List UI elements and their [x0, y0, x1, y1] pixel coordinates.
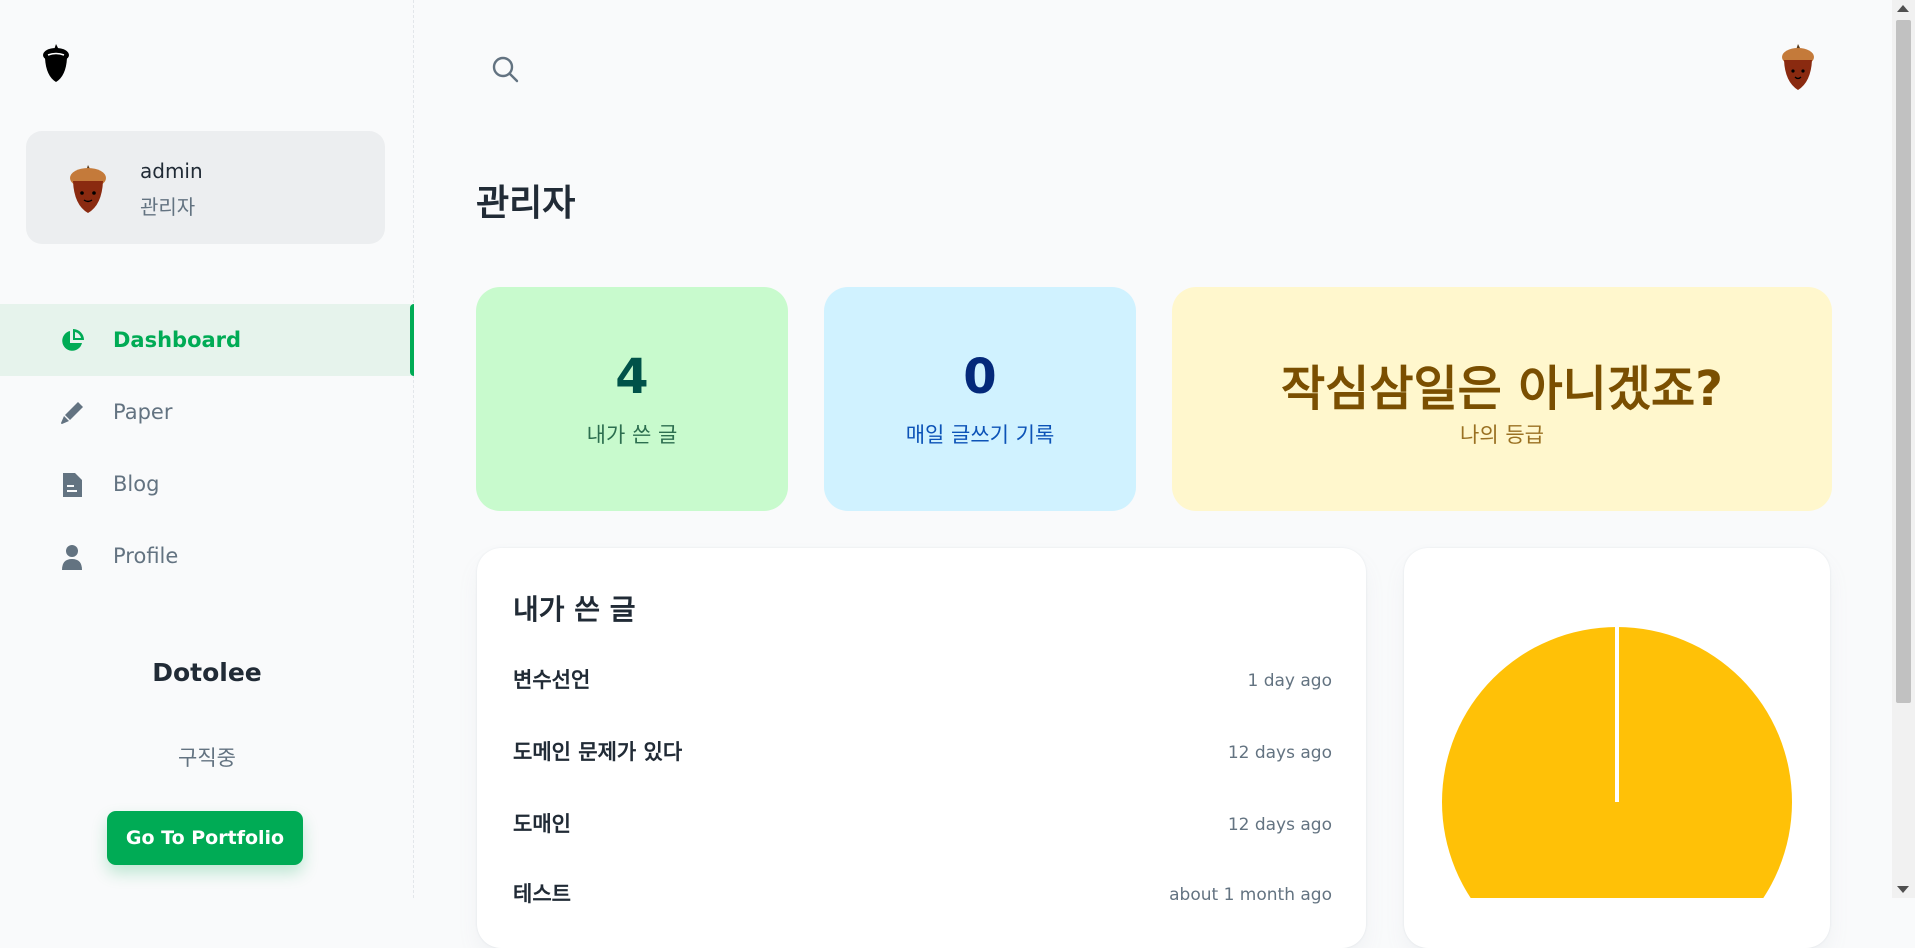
stat-label: 나의 등급: [1460, 423, 1544, 447]
person-icon: [62, 545, 82, 570]
stat-card-grade: 작심삼일은 아니겠죠? 나의 등급: [1172, 287, 1832, 511]
post-time: 12 days ago: [1227, 743, 1332, 763]
sidebar-item-profile[interactable]: Profile: [0, 520, 414, 592]
post-time: 12 days ago: [1227, 815, 1332, 835]
list-item[interactable]: 테스트 about 1 month ago: [513, 878, 1332, 918]
sidebar-item-label: Dashboard: [113, 328, 242, 352]
stat-value: 0: [963, 349, 997, 405]
pen-icon: [61, 402, 83, 424]
list-item[interactable]: 변수선언 1 day ago: [513, 664, 1332, 704]
list-item[interactable]: 도메인 문제가 있다 12 days ago: [513, 736, 1332, 776]
scroll-down-arrow-icon[interactable]: [1897, 886, 1909, 893]
sidebar-item-dashboard[interactable]: Dashboard: [0, 304, 414, 376]
post-title: 도매인: [513, 812, 571, 836]
post-title: 테스트: [513, 882, 571, 906]
stat-card-posts: 4 내가 쓴 글: [476, 287, 788, 511]
pie-chart: [1442, 627, 1792, 898]
search-icon[interactable]: [490, 54, 520, 84]
brand-status: 구직중: [178, 746, 236, 770]
sidebar-item-blog[interactable]: Blog: [0, 448, 414, 520]
acorn-avatar-icon[interactable]: [1778, 42, 1818, 92]
post-title: 변수선언: [513, 668, 591, 692]
brand-name: Dotolee: [152, 658, 262, 687]
sidebar-item-label: Blog: [113, 472, 160, 496]
scrollbar[interactable]: [1892, 0, 1915, 898]
pie-chart-icon: [62, 329, 84, 351]
pie-chart-panel: [1404, 548, 1830, 948]
posts-panel: 내가 쓴 글 변수선언 1 day ago 도메인 문제가 있다 12 days…: [477, 548, 1366, 948]
scroll-thumb[interactable]: [1896, 20, 1911, 703]
acorn-avatar-icon: [70, 165, 106, 213]
sidebar-item-paper[interactable]: Paper: [0, 376, 414, 448]
stat-card-daily: 0 매일 글쓰기 기록: [824, 287, 1136, 511]
stat-label: 매일 글쓰기 기록: [905, 423, 1055, 447]
sidebar-item-label: Paper: [113, 400, 173, 424]
sidebar: admin 관리자 Dashboard Paper Blog Profile D…: [0, 0, 414, 898]
stat-label: 내가 쓴 글: [586, 423, 678, 447]
sidebar-nav: Dashboard Paper Blog Profile: [0, 304, 414, 592]
account-role: 관리자: [140, 195, 196, 219]
acorn-logo-icon[interactable]: [40, 42, 72, 84]
scroll-up-arrow-icon[interactable]: [1897, 5, 1909, 12]
post-title: 도메인 문제가 있다: [513, 740, 683, 764]
account-name: admin: [140, 159, 203, 183]
document-icon: [63, 473, 82, 497]
post-time: 1 day ago: [1247, 671, 1332, 691]
posts-title: 내가 쓴 글: [513, 593, 636, 626]
page-title: 관리자: [476, 183, 576, 224]
sidebar-item-label: Profile: [113, 544, 179, 568]
post-time: about 1 month ago: [1169, 885, 1332, 905]
stat-value: 4: [615, 349, 649, 405]
list-item[interactable]: 도매인 12 days ago: [513, 808, 1332, 848]
stat-value: 작심삼일은 아니겠죠?: [1281, 361, 1723, 417]
portfolio-button[interactable]: Go To Portfolio: [107, 811, 303, 865]
account-card[interactable]: admin 관리자: [26, 131, 385, 244]
